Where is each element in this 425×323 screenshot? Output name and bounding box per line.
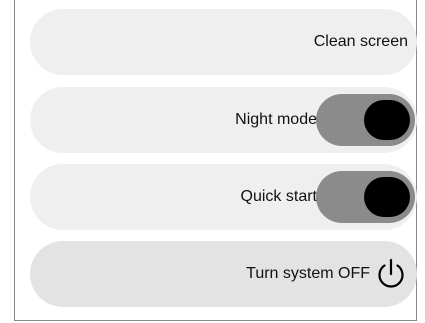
night-mode-row[interactable]: Night mode <box>30 87 417 153</box>
night-mode-toggle-knob <box>364 100 410 140</box>
settings-panel: Clean screen Night mode Quick start Turn… <box>14 0 417 321</box>
power-icon[interactable] <box>374 257 408 291</box>
quick-start-toggle[interactable] <box>316 171 415 223</box>
turn-system-off-label: Turn system OFF <box>246 265 370 282</box>
turn-system-off-button[interactable]: Turn system OFF <box>30 241 417 307</box>
quick-start-toggle-knob <box>364 177 410 217</box>
night-mode-label: Night mode <box>235 111 317 128</box>
clean-screen-button[interactable]: Clean screen <box>30 9 417 75</box>
quick-start-label: Quick start <box>240 188 317 205</box>
clean-screen-label: Clean screen <box>313 33 408 50</box>
night-mode-toggle[interactable] <box>316 94 415 146</box>
quick-start-row[interactable]: Quick start <box>30 164 417 230</box>
